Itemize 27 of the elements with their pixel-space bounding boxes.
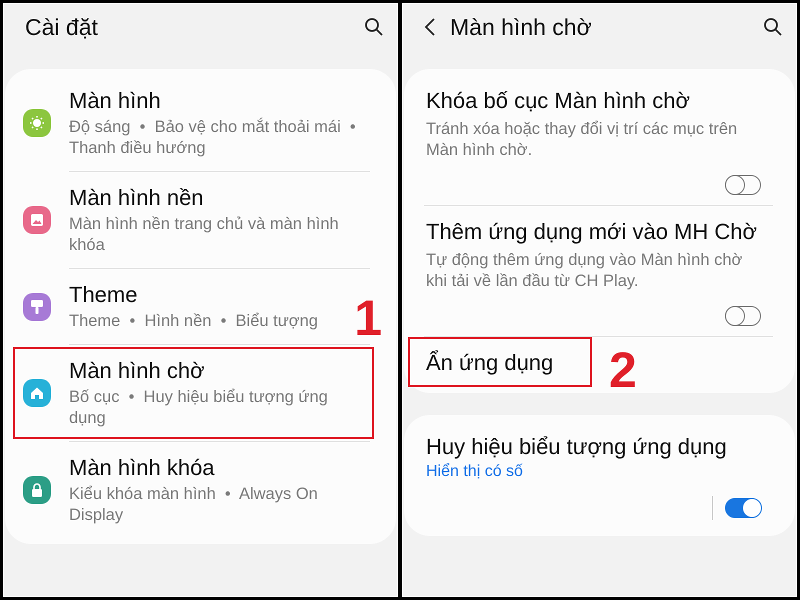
item-title[interactable]: Màn hình nền xyxy=(69,184,366,212)
back-icon[interactable] xyxy=(424,17,436,37)
item-subtitle: Bố cục • Huy hiệu biểu tượng ứng dụng xyxy=(69,387,329,429)
item-subtitle: Màn hình nền trang chủ và màn hình khóa xyxy=(69,214,340,256)
screen-title: Cài đặt xyxy=(25,14,99,40)
item-title[interactable]: Màn hình xyxy=(69,87,366,115)
step-number: 1 xyxy=(354,293,382,343)
setting-description: Tự động thêm ứng dụng vào Màn hình chờ khi tải về lần đầu từ CH Play. xyxy=(426,250,744,292)
item-title[interactable]: Màn hình chờ xyxy=(69,357,366,385)
item-title[interactable]: Màn hình khóa xyxy=(69,454,366,482)
item-subtitle: Độ sáng • Bảo vệ cho mắt thoải mái • Thanh điều hướng xyxy=(69,117,357,159)
setting-title[interactable]: Huy hiệu biểu tượng ứng dụng xyxy=(426,433,761,461)
setting-value: Hiển thị có số xyxy=(426,462,524,482)
setting-description: Tránh xóa hoặc thay đổi vị trí các mục trên Màn hình chờ. xyxy=(426,119,738,161)
setting-title[interactable]: Ẩn ứng dụng xyxy=(426,349,554,377)
screen-title: Màn hình chờ xyxy=(450,14,593,40)
step-number: 2 xyxy=(609,345,637,395)
item-subtitle: Kiểu khóa màn hình • Always On Display xyxy=(69,484,319,526)
toggle-switch[interactable] xyxy=(725,498,761,518)
setting-title[interactable]: Thêm ứng dụng mới vào MH Chờ xyxy=(426,218,761,246)
setting-title[interactable]: Khóa bố cục Màn hình chờ xyxy=(426,87,761,115)
search-icon[interactable] xyxy=(763,17,783,37)
toggle-switch[interactable] xyxy=(725,175,761,195)
item-title[interactable]: Theme xyxy=(69,281,318,309)
toggle-switch[interactable] xyxy=(725,306,761,326)
item-subtitle: Theme • Hình nền • Biểu tượng xyxy=(69,311,318,332)
search-icon[interactable] xyxy=(364,17,384,37)
